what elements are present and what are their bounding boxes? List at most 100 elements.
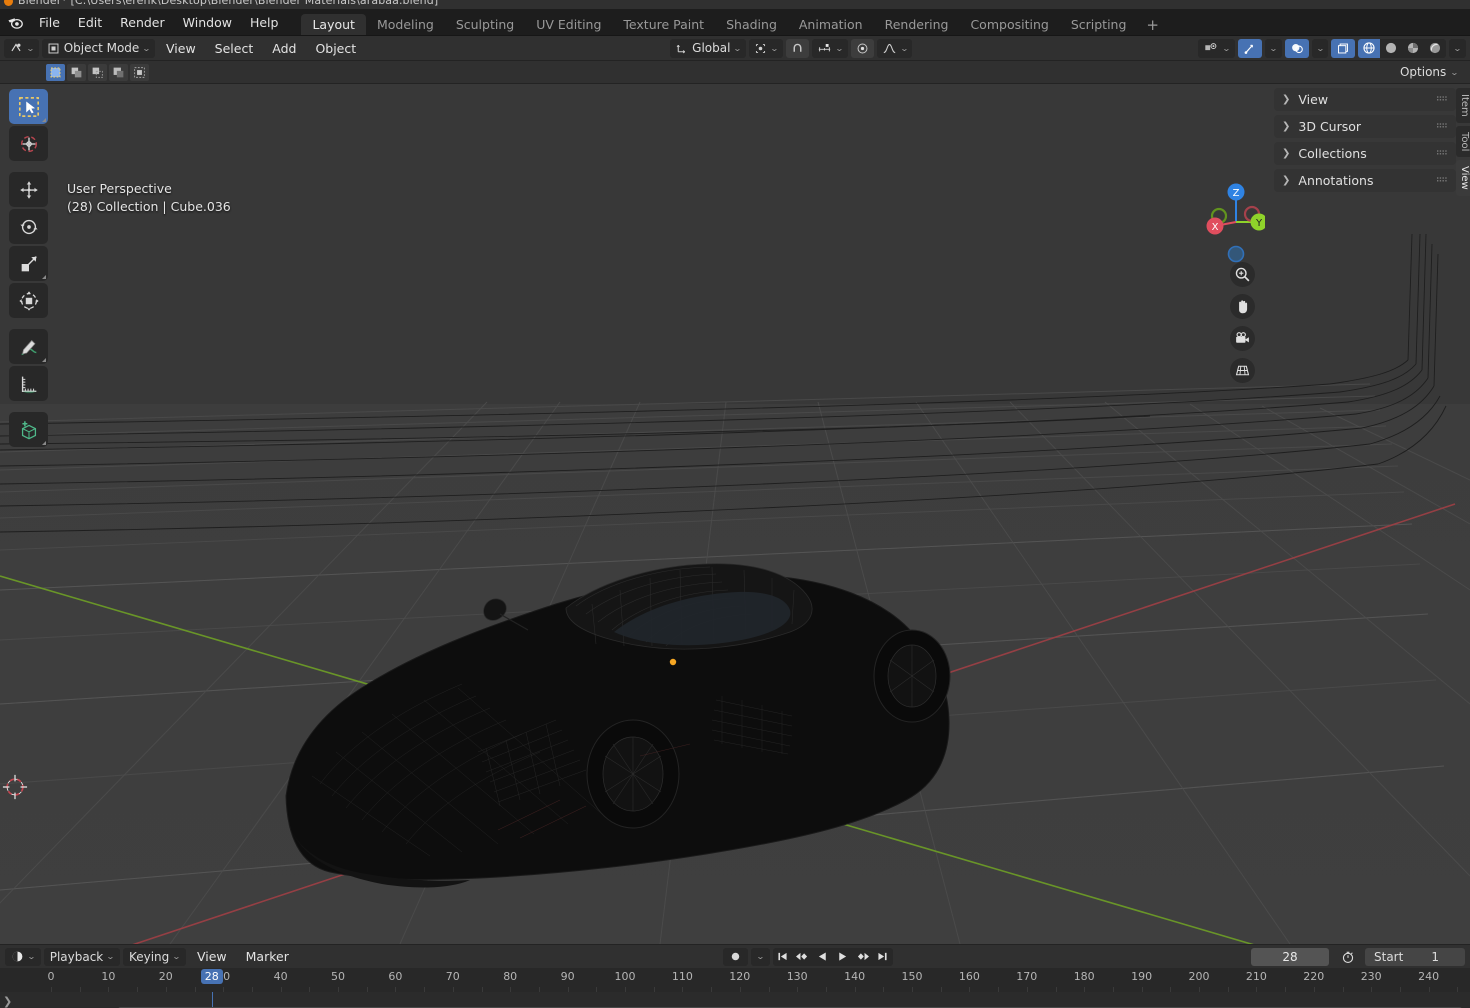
snap-toggle-button[interactable] (785, 38, 809, 58)
gizmo-icon (1244, 44, 1253, 54)
shading-rendered-button[interactable] (1424, 39, 1446, 58)
gizmo-settings-button[interactable]: ⌄ (1264, 38, 1282, 58)
menu-window[interactable]: Window (174, 9, 241, 35)
play-reverse-button[interactable] (813, 948, 833, 966)
menu-help[interactable]: Help (241, 9, 288, 35)
sidebar-tab-tool[interactable]: Tool (1456, 125, 1470, 158)
tool-transform[interactable] (9, 283, 48, 318)
timeline-tick-label: 100 (614, 970, 636, 983)
tool-add-cube[interactable] (9, 412, 48, 447)
playhead-label[interactable]: 28 (200, 969, 223, 984)
timeline-ruler[interactable]: 0 10 20 30 40 50 60 70 80 90 100 110 120 130 140 150 160… (0, 968, 1470, 992)
panel-drag-dots-icon[interactable] (1437, 122, 1448, 131)
timeline-body[interactable]: ❯ (0, 992, 1470, 1008)
prev-keyframe-button[interactable] (793, 948, 813, 966)
tool-rotate[interactable] (9, 209, 48, 244)
tool-scale[interactable] (9, 246, 48, 281)
overlays-toggle-button[interactable] (1284, 38, 1309, 58)
sidebar-panel-view[interactable]: ❯ View (1274, 88, 1456, 111)
jump-to-start-button[interactable] (773, 948, 793, 966)
tool-cursor[interactable] (9, 126, 48, 161)
viewport-menu-object[interactable]: Object (307, 39, 364, 58)
gizmo-toggle-button[interactable] (1237, 38, 1262, 58)
timeline-tick-label: 70 (445, 970, 460, 983)
viewport-header: ⌄ Object Mode ⌄ View Select Add Object G… (0, 36, 1470, 61)
add-workspace-button[interactable]: + (1137, 14, 1168, 35)
shading-solid-icon (1386, 42, 1397, 54)
proportional-edit-toggle[interactable] (850, 38, 874, 58)
zoom-button[interactable] (1230, 262, 1255, 287)
tab-animation[interactable]: Animation (788, 14, 874, 35)
timeline-menu-marker[interactable]: Marker (238, 947, 297, 966)
sidebar-panel-collections[interactable]: ❯ Collections (1274, 142, 1456, 165)
tab-uv-editing[interactable]: UV Editing (525, 14, 612, 35)
select-subtract-button[interactable] (88, 63, 107, 81)
panel-drag-dots-icon[interactable] (1437, 95, 1448, 104)
xray-toggle-button[interactable] (1331, 38, 1356, 58)
menu-file[interactable]: File (30, 9, 69, 35)
panel-drag-dots-icon[interactable] (1437, 149, 1448, 158)
tab-layout[interactable]: Layout (301, 14, 366, 35)
start-frame-field[interactable]: Start 1 (1365, 947, 1465, 966)
tab-texture-paint[interactable]: Texture Paint (612, 14, 715, 35)
shading-material-button[interactable] (1402, 39, 1424, 58)
tab-rendering[interactable]: Rendering (874, 14, 960, 35)
sidebar-panel-annotations[interactable]: ❯ Annotations (1274, 169, 1456, 192)
auto-keying-button[interactable] (722, 947, 748, 966)
auto-keying-settings-button[interactable]: ⌄ (750, 947, 770, 966)
viewport-menu-select[interactable]: Select (207, 39, 262, 58)
toggle-ortho-button[interactable] (1230, 358, 1255, 383)
next-keyframe-button[interactable] (853, 948, 873, 966)
timeline-menu-view[interactable]: View (189, 947, 235, 966)
blender-logo-icon[interactable] (0, 9, 30, 35)
select-invert-button[interactable] (109, 63, 128, 81)
proportional-falloff-selector[interactable]: ⌄ (876, 38, 913, 58)
chevron-right-icon[interactable]: ❯ (3, 995, 12, 1008)
tool-annotate[interactable] (9, 329, 48, 364)
viewport-3d[interactable]: User Perspective (28) Collection | Cube.… (0, 84, 1470, 944)
tab-scripting[interactable]: Scripting (1060, 14, 1138, 35)
pivot-point-icon (756, 43, 766, 53)
prev-keyframe-icon (796, 952, 808, 961)
chevron-down-icon: ⌄ (1222, 43, 1232, 53)
navigation-gizmo[interactable]: Z X Y (1195, 174, 1265, 264)
options-button[interactable]: Options ⌄ (1394, 63, 1464, 81)
shading-wireframe-button[interactable] (1358, 38, 1381, 58)
timeline-menu-playback[interactable]: Playback ⌄ (43, 947, 120, 966)
tab-sculpting[interactable]: Sculpting (445, 14, 525, 35)
tab-compositing[interactable]: Compositing (959, 14, 1059, 35)
visibility-selector[interactable]: ⌄ (1198, 38, 1235, 58)
pivot-point-selector[interactable]: ⌄ (749, 38, 783, 58)
tab-shading[interactable]: Shading (715, 14, 788, 35)
menu-edit[interactable]: Edit (69, 9, 111, 35)
shading-solid-button[interactable] (1380, 39, 1402, 58)
sidebar-tab-item[interactable]: Item (1456, 88, 1470, 123)
snap-settings-button[interactable]: ⌄ (811, 38, 848, 58)
editor-type-3dview-icon[interactable]: ⌄ (4, 38, 39, 58)
timeline-menu-keying[interactable]: Keying ⌄ (122, 947, 186, 966)
play-button[interactable] (833, 948, 853, 966)
menu-render[interactable]: Render (111, 9, 174, 35)
tool-measure[interactable] (9, 366, 48, 401)
object-mode-selector[interactable]: Object Mode ⌄ (41, 38, 155, 58)
sidebar-tab-view[interactable]: View (1456, 160, 1470, 196)
select-extend-button[interactable] (67, 63, 86, 81)
sidebar-panel-3d-cursor[interactable]: ❯ 3D Cursor (1274, 115, 1456, 138)
shading-settings-button[interactable]: ⌄ (1449, 38, 1466, 58)
camera-view-button[interactable] (1230, 326, 1255, 351)
viewport-menu-add[interactable]: Add (264, 39, 304, 58)
select-intersect-button[interactable] (130, 63, 149, 81)
pan-button[interactable] (1230, 294, 1255, 319)
viewport-menu-view[interactable]: View (158, 39, 204, 58)
timeline-editor-type-button[interactable]: ⌄ (5, 947, 41, 966)
panel-drag-dots-icon[interactable] (1437, 176, 1448, 185)
tab-modeling[interactable]: Modeling (366, 14, 445, 35)
gizmo-x-label: X (1212, 222, 1219, 233)
overlays-settings-button[interactable]: ⌄ (1311, 38, 1329, 58)
tool-select-box[interactable] (9, 89, 48, 124)
transform-orientation-selector[interactable]: Global ⌄ (670, 38, 747, 58)
jump-to-end-button[interactable] (873, 948, 893, 966)
current-frame-field[interactable]: 28 (1251, 947, 1329, 966)
select-set-button[interactable] (46, 63, 65, 81)
tool-move[interactable] (9, 172, 48, 207)
